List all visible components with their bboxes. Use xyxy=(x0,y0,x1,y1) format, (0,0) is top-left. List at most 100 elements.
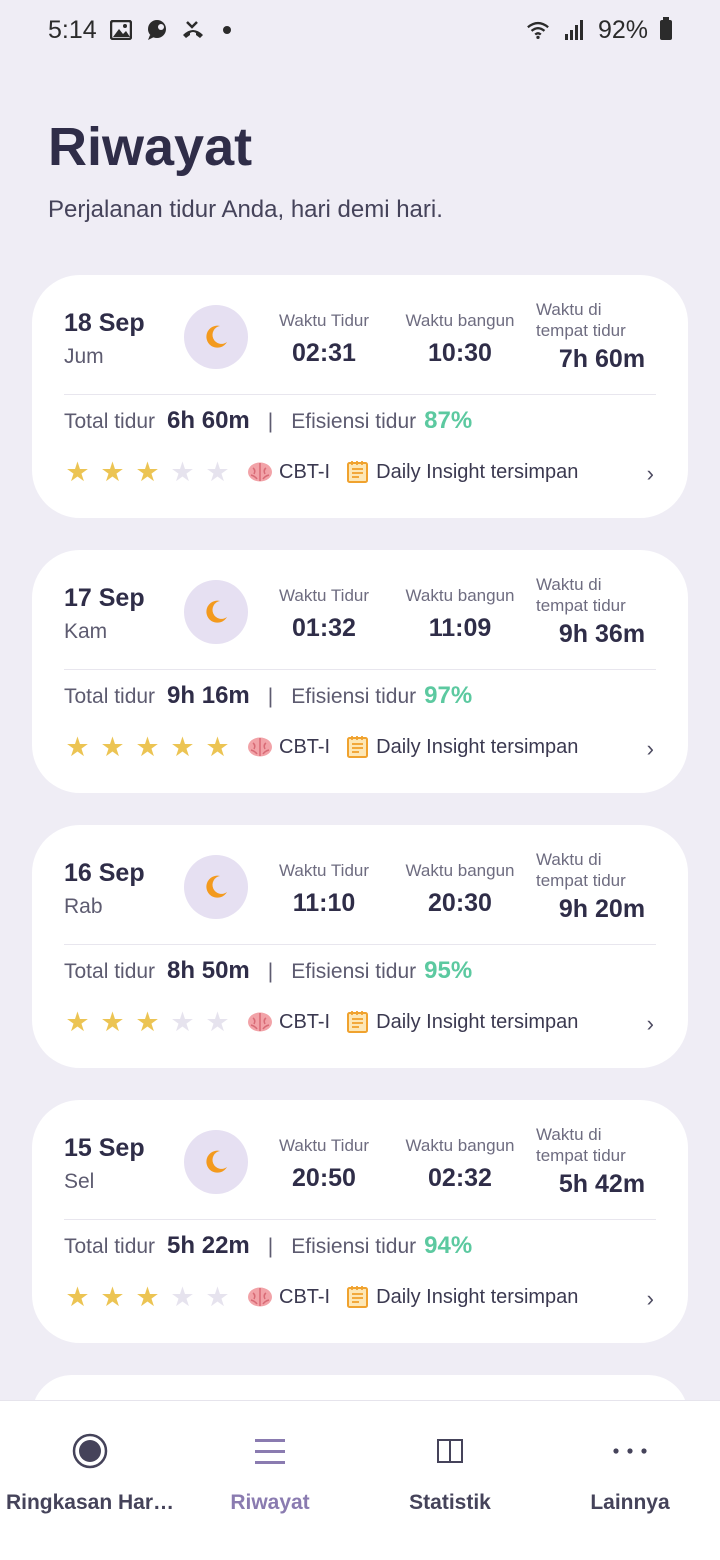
separator: | xyxy=(267,960,274,983)
cbt-label: CBT-I xyxy=(279,735,331,758)
total-sleep-label: Total tidur xyxy=(64,410,156,433)
brain-icon xyxy=(247,1011,273,1033)
entry-date: 16 Sep xyxy=(64,859,145,887)
star-empty-icon: ★ xyxy=(205,1282,230,1312)
star-empty-icon: ★ xyxy=(170,1007,195,1037)
star-filled-icon: ★ xyxy=(170,732,195,762)
summary-row: Total tidur 6h 60m | Efisiensi tidur 87% xyxy=(64,407,472,435)
insight-label: Daily Insight tersimpan xyxy=(376,1285,579,1308)
gallery-icon xyxy=(109,18,133,42)
total-sleep-value: 5h 22m xyxy=(167,1232,250,1259)
chevron-right-icon[interactable]: › xyxy=(647,1011,654,1037)
insight-tag: Daily Insight tersimpan xyxy=(346,1285,578,1309)
sleep-entry-card[interactable]: 16 Sep Rab Waktu Tidur 11:10 Waktu bangun 20:… xyxy=(32,825,688,1068)
status-right: 92% xyxy=(526,16,672,45)
notepad-icon xyxy=(346,1010,370,1034)
total-sleep-value: 6h 60m xyxy=(167,407,250,434)
sleep-entry-card[interactable]: 15 Sep Sel Waktu Tidur 20:50 Waktu bangun 02:… xyxy=(32,1100,688,1343)
in-bed-label: Waktu di tempat tidur xyxy=(536,1125,626,1165)
nav-item-statistics[interactable]: Statistik xyxy=(360,1401,540,1560)
star-filled-icon: ★ xyxy=(135,1007,160,1037)
efficiency-value: 95% xyxy=(424,957,473,984)
bedtime-value: 02:31 xyxy=(292,339,356,367)
moon-icon xyxy=(184,580,248,644)
rating-stars: ★ ★ ★ ★ ★ xyxy=(64,730,231,764)
divider xyxy=(64,394,656,395)
efficiency-label: Efisiensi tidur xyxy=(291,960,417,983)
summary-row: Total tidur 9h 16m | Efisiensi tidur 97% xyxy=(64,682,472,710)
entry-day: Kam xyxy=(64,620,108,643)
total-sleep-label: Total tidur xyxy=(64,1235,156,1258)
summary-row: Total tidur 5h 22m | Efisiensi tidur 94% xyxy=(64,1232,472,1260)
chevron-right-icon[interactable]: › xyxy=(647,736,654,762)
efficiency-label: Efisiensi tidur xyxy=(291,1235,417,1258)
star-filled-icon: ★ xyxy=(205,732,230,762)
star-filled-icon: ★ xyxy=(65,1282,90,1312)
rating-stars: ★ ★ ★ ★ ★ xyxy=(64,455,231,489)
nav-item-summary[interactable]: Ringkasan Har… xyxy=(0,1401,180,1560)
cbt-label: CBT-I xyxy=(279,1010,331,1033)
efficiency-value: 87% xyxy=(424,407,473,434)
brain-icon xyxy=(247,1286,273,1308)
entry-day: Jum xyxy=(64,345,104,368)
cbt-tag: CBT-I xyxy=(247,1286,330,1309)
nav-label-more: Lainnya xyxy=(590,1491,670,1514)
bedtime-label: Waktu Tidur xyxy=(278,1136,370,1155)
entry-day: Rab xyxy=(64,895,103,918)
in-bed-label: Waktu di tempat tidur xyxy=(536,575,626,615)
cbt-label: CBT-I xyxy=(279,460,331,483)
divider xyxy=(64,944,656,945)
status-time: 5:14 xyxy=(48,15,97,44)
chevron-right-icon[interactable]: › xyxy=(647,461,654,487)
dot-icon xyxy=(222,26,231,34)
divider xyxy=(64,1219,656,1220)
in-bed-metric: Waktu di tempat tidur 9h 20m xyxy=(536,849,656,924)
divider xyxy=(64,669,656,670)
star-filled-icon: ★ xyxy=(100,1282,125,1312)
rating-stars: ★ ★ ★ ★ ★ xyxy=(64,1280,231,1314)
wake-label: Waktu bangun xyxy=(405,861,515,880)
separator: | xyxy=(267,685,274,708)
status-bar: 5:14 92% xyxy=(0,0,720,60)
wake-value: 20:30 xyxy=(428,889,492,917)
nav-item-history[interactable]: Riwayat xyxy=(180,1401,360,1560)
cbt-label: CBT-I xyxy=(279,1285,331,1308)
status-left: 5:14 xyxy=(48,16,231,45)
star-filled-icon: ★ xyxy=(100,1007,125,1037)
rating-stars: ★ ★ ★ ★ ★ xyxy=(64,1005,231,1039)
battery-icon xyxy=(660,17,672,40)
in-bed-value: 5h 42m xyxy=(558,1170,646,1198)
nav-item-more[interactable]: Lainnya xyxy=(540,1401,720,1560)
star-filled-icon: ★ xyxy=(135,1282,160,1312)
history-list: 18 Sep Jum Waktu Tidur 02:31 Waktu bangun 10:… xyxy=(32,275,688,1415)
star-filled-icon: ★ xyxy=(100,457,125,487)
bedtime-value: 20:50 xyxy=(292,1164,356,1192)
list-icon xyxy=(253,1431,287,1471)
total-sleep-value: 8h 50m xyxy=(167,957,250,984)
in-bed-metric: Waktu di tempat tidur 9h 36m xyxy=(536,574,656,649)
entry-date: 15 Sep xyxy=(64,1134,145,1162)
wake-metric: Waktu bangun 20:30 xyxy=(400,861,520,918)
efficiency-label: Efisiensi tidur xyxy=(291,410,417,433)
nav-label-history: Riwayat xyxy=(230,1491,310,1514)
total-sleep-value: 9h 16m xyxy=(167,682,250,709)
star-filled-icon: ★ xyxy=(65,732,90,762)
page-title: Riwayat xyxy=(48,117,253,177)
star-empty-icon: ★ xyxy=(170,457,195,487)
signal-icon xyxy=(562,18,586,42)
wake-value: 02:32 xyxy=(428,1164,492,1192)
nav-label-statistics: Statistik xyxy=(409,1491,491,1514)
tags-row: ★ ★ ★ ★ ★ CBT-I Daily Insight tersimpan xyxy=(64,1280,578,1314)
wake-value: 11:09 xyxy=(428,614,492,642)
chevron-right-icon[interactable]: › xyxy=(647,1286,654,1312)
bedtime-label: Waktu Tidur xyxy=(278,861,370,880)
sleep-entry-card[interactable]: 17 Sep Kam Waktu Tidur 01:32 Waktu bangun 11:… xyxy=(32,550,688,793)
sleep-entry-card[interactable]: 18 Sep Jum Waktu Tidur 02:31 Waktu bangun 10:… xyxy=(32,275,688,518)
page-subtitle: Perjalanan tidur Anda, hari demi hari. xyxy=(48,196,443,223)
brain-icon xyxy=(247,461,273,483)
star-filled-icon: ★ xyxy=(100,732,125,762)
in-bed-value: 7h 60m xyxy=(558,345,646,373)
in-bed-label: Waktu di tempat tidur xyxy=(536,850,626,890)
efficiency-value: 97% xyxy=(424,682,473,709)
star-filled-icon: ★ xyxy=(65,457,90,487)
